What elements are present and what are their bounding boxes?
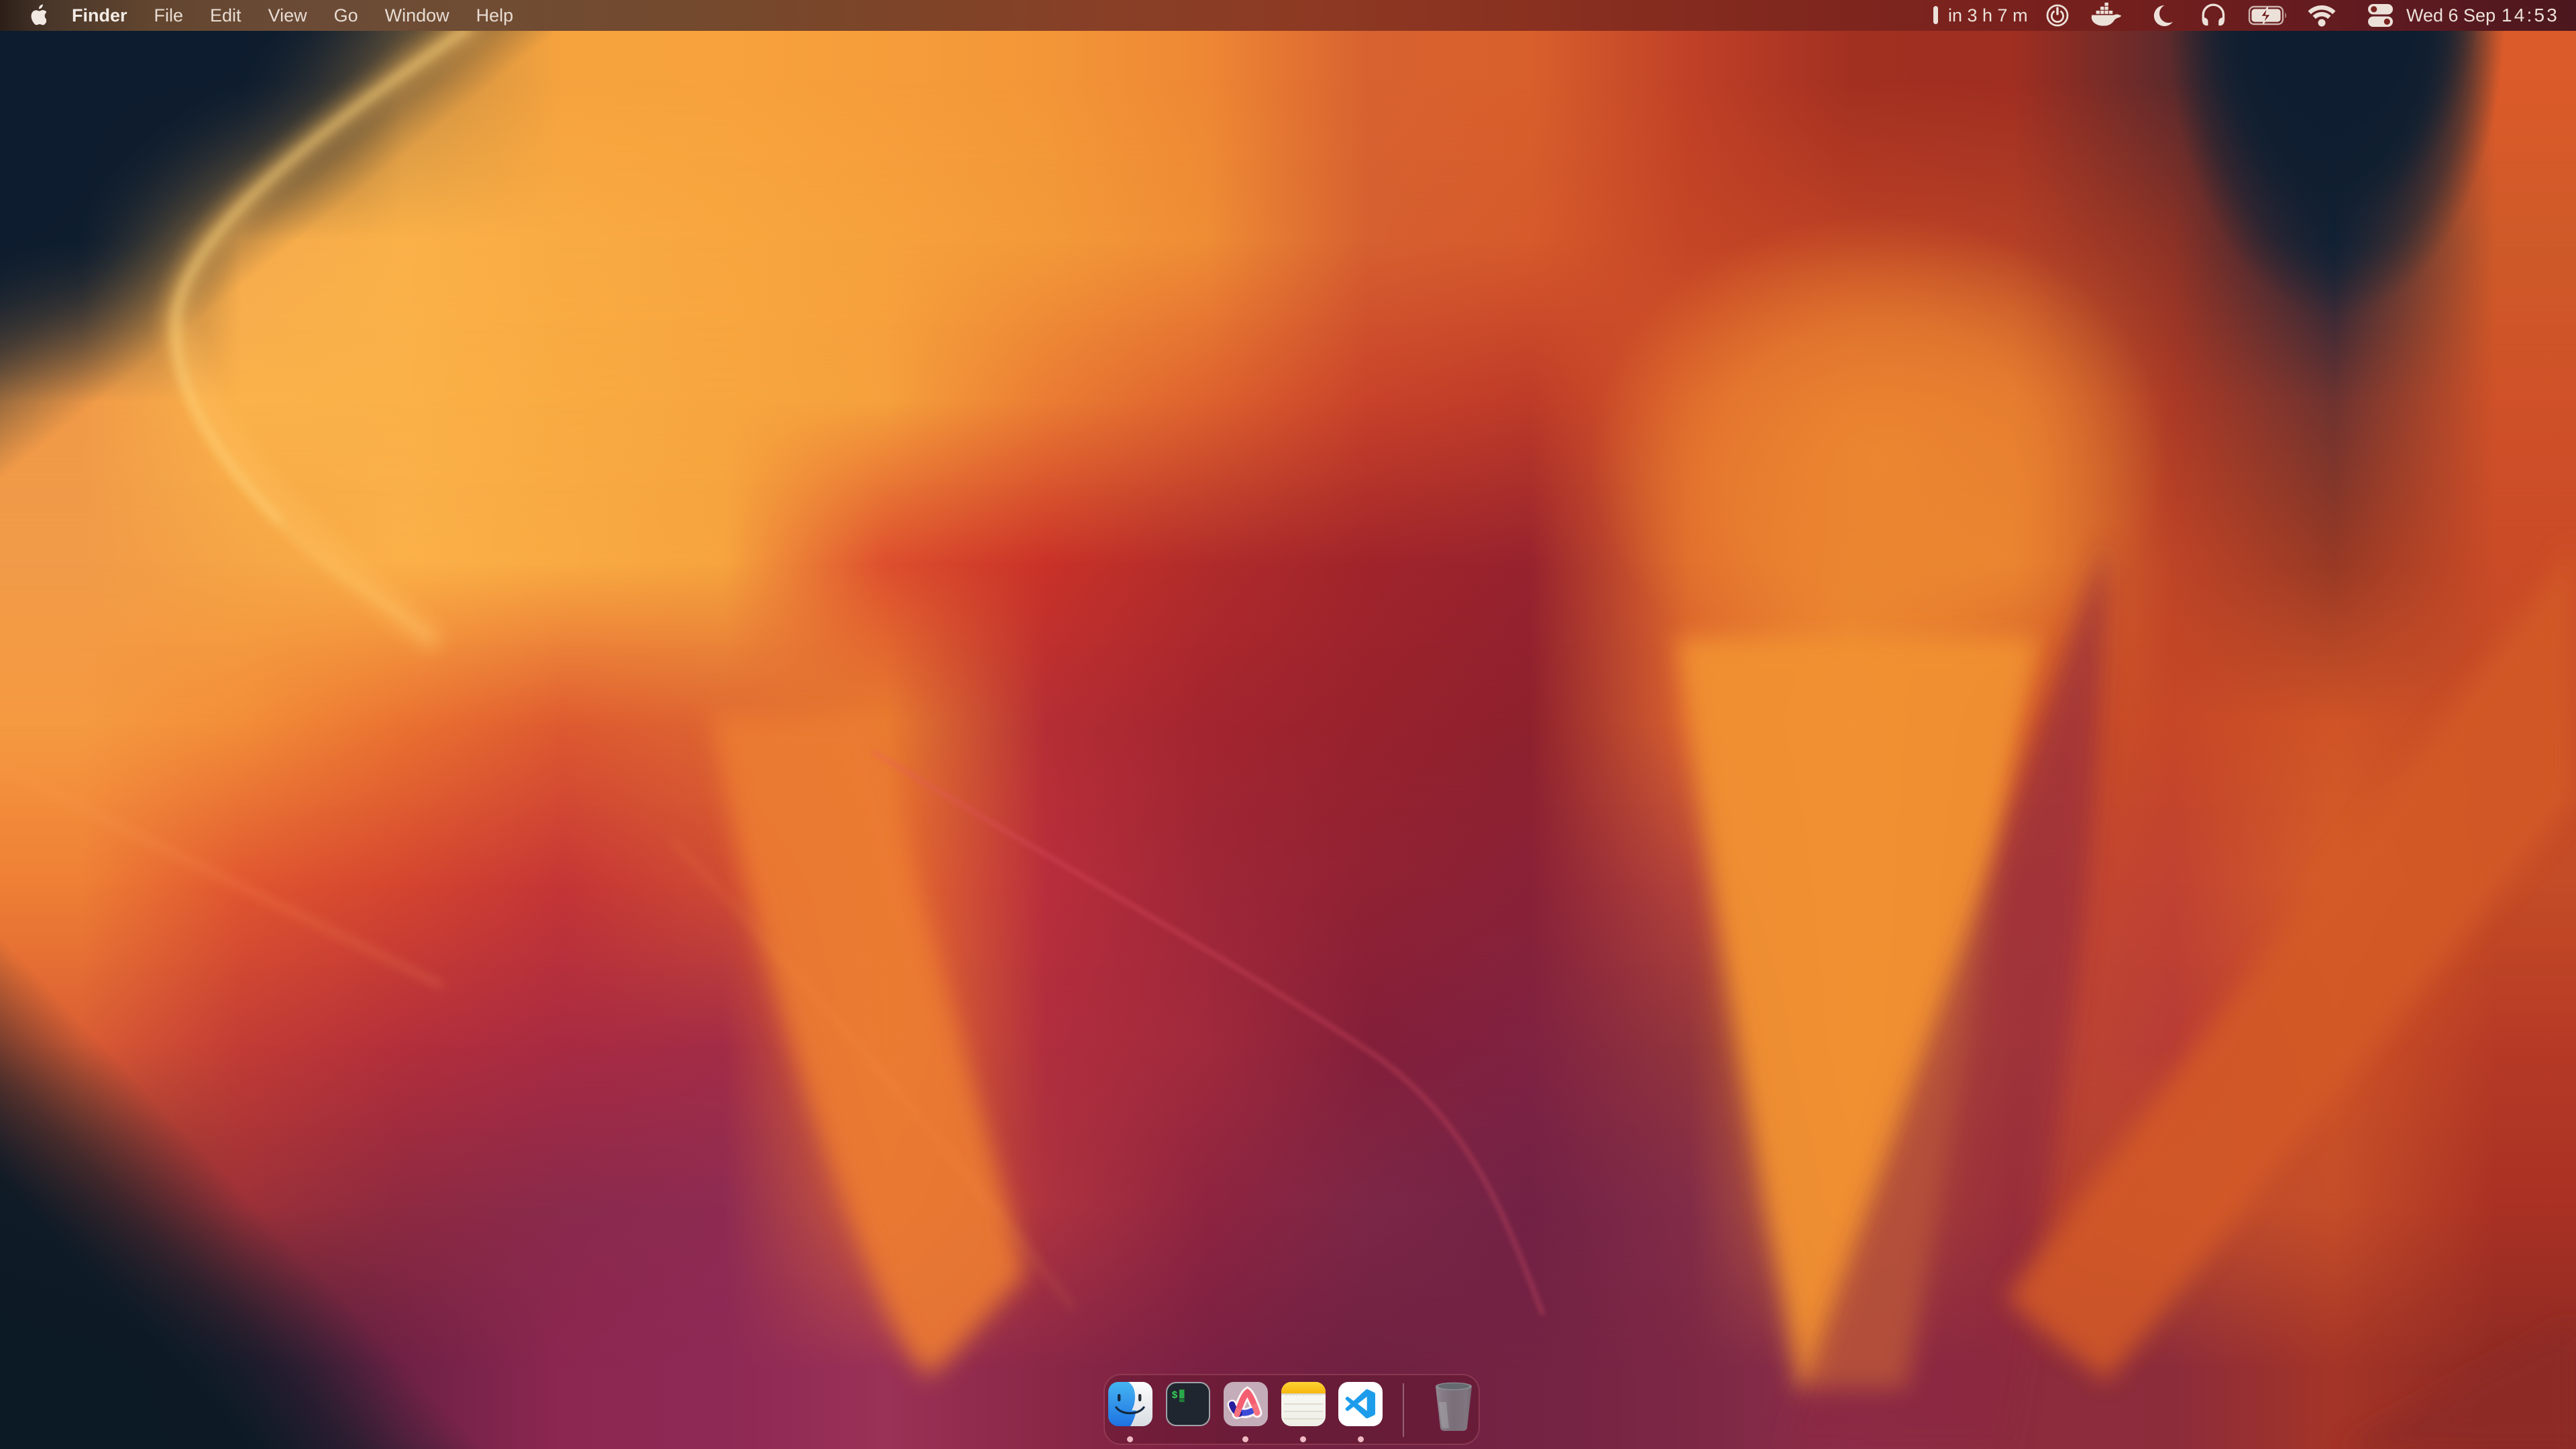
svg-text:14:53: 14:53: [2502, 5, 2559, 25]
svg-text:in 3 h 7 m: in 3 h 7 m: [1948, 5, 2028, 25]
svg-text:Wed 6 Sep: Wed 6 Sep: [2406, 5, 2496, 25]
svg-text:$: $: [1172, 1390, 1178, 1401]
